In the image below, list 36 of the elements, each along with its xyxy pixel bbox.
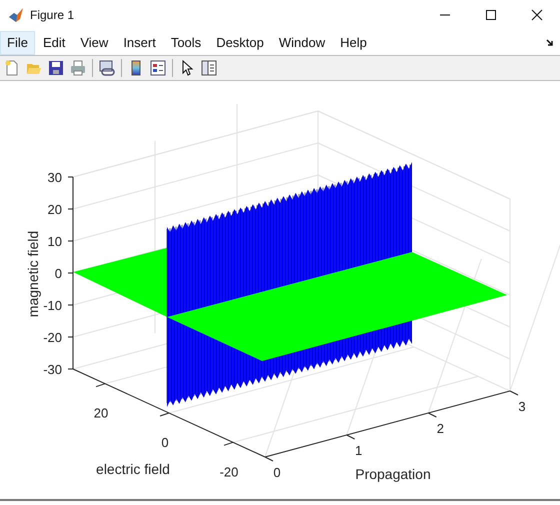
- tick-label: 3: [518, 399, 526, 414]
- menu-item[interactable]: File: [0, 30, 35, 54]
- tick-label: -20: [220, 464, 238, 480]
- axis-label: Propagation: [355, 466, 431, 482]
- link-icon[interactable]: [99, 60, 115, 76]
- close-icon: [531, 9, 543, 21]
- print-icon[interactable]: [70, 60, 86, 76]
- tick-label: 0: [273, 465, 281, 480]
- tick-label: 1: [355, 443, 362, 458]
- menu-item[interactable]: Desktop: [209, 30, 271, 54]
- tick-label: 0: [161, 435, 169, 450]
- property-panel-icon[interactable]: [201, 60, 217, 76]
- app-icon: [8, 7, 24, 23]
- menu-item[interactable]: Tools: [164, 30, 208, 54]
- axis-label: magnetic field: [25, 230, 41, 318]
- tick-label: 20: [94, 406, 108, 421]
- new-file-icon[interactable]: [4, 60, 20, 76]
- tick-label: -20: [43, 330, 62, 345]
- axis-label: electric field: [96, 461, 170, 477]
- menu-item[interactable]: Window: [272, 30, 332, 54]
- legend-icon[interactable]: [150, 60, 166, 76]
- menu-item[interactable]: Edit: [36, 30, 72, 54]
- tick-label: -30: [43, 362, 62, 377]
- menu-item[interactable]: Insert: [116, 30, 163, 54]
- tick-label: 20: [48, 202, 62, 217]
- tick-label: 30: [48, 170, 62, 185]
- save-icon[interactable]: [48, 60, 64, 76]
- tick-label: 0: [54, 266, 62, 281]
- tick-label: 10: [48, 234, 62, 249]
- window-title: Figure 1: [30, 8, 74, 22]
- menu-item[interactable]: View: [73, 30, 116, 54]
- maximize-icon: [485, 9, 497, 21]
- tick-label: 2: [436, 421, 444, 436]
- dock-arrow-icon[interactable]: [546, 38, 554, 46]
- tick-label: -10: [43, 298, 62, 313]
- menu-item[interactable]: Help: [333, 30, 374, 54]
